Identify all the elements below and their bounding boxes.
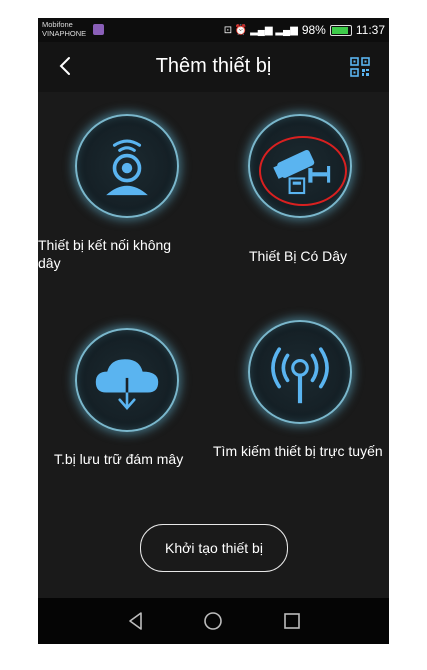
wired-camera-icon (273, 149, 331, 195)
carrier-info: Mobifone VINAPHONE (42, 20, 86, 38)
option-cloud-storage[interactable]: T.bị lưu trữ đám mây (38, 316, 213, 486)
recents-square-icon[interactable] (281, 610, 303, 632)
battery-percent: 98% (301, 23, 326, 37)
option-label: T.bị lưu trữ đám mây (54, 451, 184, 467)
carrier-name-2: VINAPHONE (42, 29, 87, 38)
back-triangle-icon[interactable] (125, 610, 147, 632)
page-title: Thêm thiết bị (155, 55, 272, 77)
status-icons: ⊡ ⏰ ▂▄▆ ▂▄▆ 98% 11:37 (224, 23, 385, 37)
broadcast-signal-icon (271, 347, 329, 404)
navigation-bar (38, 598, 389, 644)
notification-icon (93, 24, 104, 35)
battery-icon (329, 24, 352, 36)
clock: 11:37 (355, 23, 385, 37)
app-bar: Thêm thiết bị (38, 42, 389, 92)
home-circle-icon[interactable] (202, 610, 224, 632)
option-label: Tìm kiếm thiết bị trực tuyến (213, 443, 383, 459)
phone-screen: Mobifone VINAPHONE ⊡ ⏰ ▂▄▆ ▂▄▆ 98% 11:37… (38, 18, 389, 644)
option-label: Thiết bị kết nối không dây (38, 237, 172, 271)
option-online-search[interactable]: Tìm kiếm thiết bị trực tuyến (213, 316, 389, 486)
carrier-name-1: Mobifone (42, 20, 73, 29)
create-device-button[interactable]: Khởi tạo thiết bị (140, 524, 288, 572)
option-wired-device[interactable]: Thiết Bị Có Dây (213, 98, 389, 288)
cloud-download-icon (95, 359, 159, 411)
wifi-camera-icon (106, 139, 148, 196)
option-label: Thiết Bị Có Dây (249, 248, 348, 264)
option-wireless-device[interactable]: Thiết bị kết nối không dây (38, 98, 213, 288)
status-bar: Mobifone VINAPHONE ⊡ ⏰ ▂▄▆ ▂▄▆ 98% 11:37 (38, 18, 389, 42)
qr-scan-icon[interactable] (349, 56, 371, 78)
status-icons-glyphs: ⊡ ⏰ ▂▄▆ ▂▄▆ (223, 24, 298, 36)
